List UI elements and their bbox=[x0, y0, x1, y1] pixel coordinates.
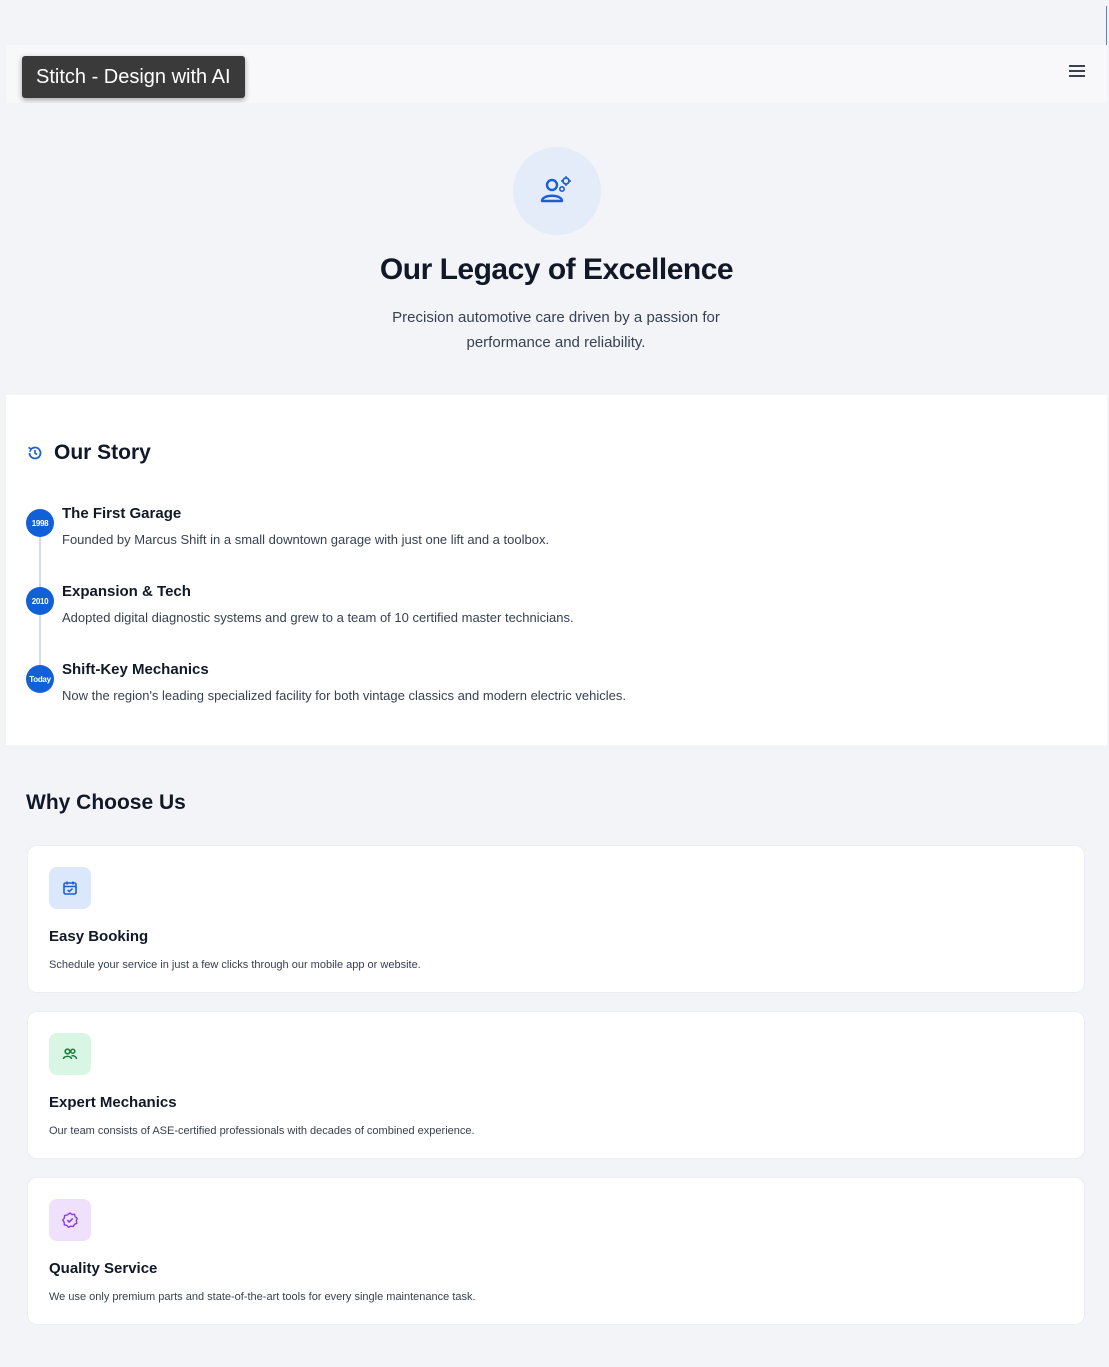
timeline-title: Expansion & Tech bbox=[62, 583, 191, 600]
feature-card-mechanics: Expert Mechanics Our team consists of AS… bbox=[27, 1011, 1085, 1159]
feature-title: Easy Booking bbox=[49, 928, 149, 945]
tooltip: Stitch - Design with AI bbox=[22, 56, 245, 98]
hero-subtitle: Precision automotive care driven by a pa… bbox=[392, 309, 720, 351]
feature-title: Quality Service bbox=[49, 1260, 158, 1277]
feature-description: Schedule your service in just a few clic… bbox=[49, 959, 421, 971]
history-icon bbox=[28, 446, 42, 460]
feature-icon-badge bbox=[49, 1033, 91, 1075]
timeline-year-badge: Today bbox=[26, 665, 54, 693]
menu-icon[interactable] bbox=[1069, 65, 1085, 79]
story-section: Our Story 1998 The First Garage Founded … bbox=[6, 395, 1107, 745]
feature-card-quality: Quality Service We use only premium part… bbox=[27, 1177, 1085, 1325]
team-icon bbox=[62, 1048, 78, 1060]
page: Stitch - Design with AI Our Legacy of Ex… bbox=[6, 6, 1107, 1367]
hero-section: Our Legacy of Excellence Precision autom… bbox=[6, 103, 1107, 395]
hero-icon-badge bbox=[513, 147, 601, 235]
timeline-description: Adopted digital diagnostic systems and g… bbox=[62, 610, 574, 625]
feature-title: Expert Mechanics bbox=[49, 1094, 177, 1111]
feature-description: Our team consists of ASE-certified profe… bbox=[49, 1125, 475, 1137]
top-bar: Stitch - Design with AI bbox=[6, 45, 1107, 103]
why-choose-us-section: Why Choose Us Easy Booking Schedule your… bbox=[6, 745, 1107, 1367]
timeline-description: Now the region's leading specialized fac… bbox=[62, 688, 626, 703]
feature-card-booking: Easy Booking Schedule your service in ju… bbox=[27, 845, 1085, 993]
feature-icon-badge bbox=[49, 1199, 91, 1241]
timeline-year-badge: 1998 bbox=[26, 509, 54, 537]
timeline-title: The First Garage bbox=[62, 505, 182, 522]
story-heading: Our Story bbox=[26, 441, 151, 465]
verified-icon bbox=[61, 1212, 79, 1229]
feature-description: We use only premium parts and state-of-t… bbox=[49, 1291, 476, 1303]
timeline-year-badge: 2010 bbox=[26, 587, 54, 615]
timeline-title: Shift-Key Mechanics bbox=[62, 661, 209, 678]
engineer-icon bbox=[540, 176, 571, 203]
page-title: Our Legacy of Excellence bbox=[379, 253, 734, 286]
feature-icon-badge bbox=[49, 867, 91, 909]
timeline-description: Founded by Marcus Shift in a small downt… bbox=[62, 532, 550, 547]
story-title: Our Story bbox=[54, 441, 151, 464]
why-heading: Why Choose Us bbox=[26, 791, 186, 814]
calendar-check-icon bbox=[63, 881, 77, 895]
